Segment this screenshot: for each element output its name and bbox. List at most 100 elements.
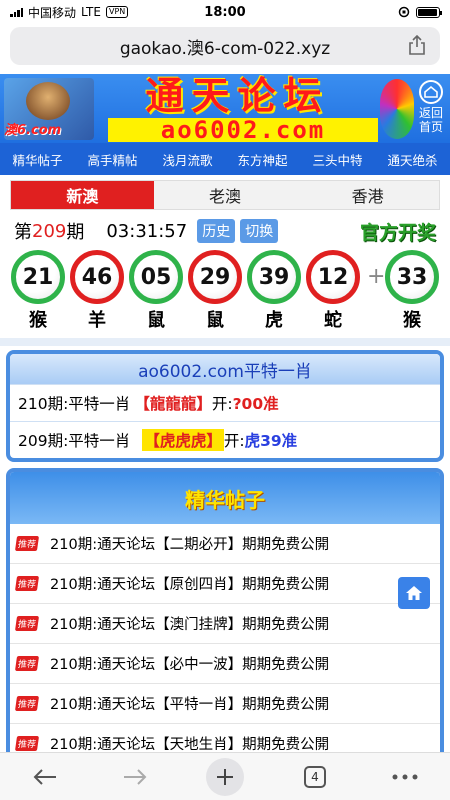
nav-item[interactable]: 东方神起 <box>237 150 287 169</box>
back-home-button[interactable]: 返回首页 <box>416 80 446 134</box>
ball: 46 羊 <box>69 250 125 332</box>
list-item[interactable]: 推荐 210期:通天论坛【原创四肖】期期免费公開 <box>10 564 440 604</box>
pingte-open-label: 开: <box>211 395 233 413</box>
draw-info: 第 209 期 03:31:57 历史 切换 官方开奖 <box>14 216 436 246</box>
ball-number: 12 <box>306 250 360 304</box>
issue-suffix: 期 <box>66 222 85 243</box>
tab-count: 4 <box>304 765 326 788</box>
plus-sign: + <box>367 264 386 289</box>
list-item[interactable]: 推荐 210期:通天论坛【平特一肖】期期免费公開 <box>10 684 440 724</box>
post-title[interactable]: 210期:通天论坛【平特一肖】期期免费公開 <box>50 693 329 714</box>
tab-hongkong[interactable]: 香港 <box>296 181 440 209</box>
plus-icon <box>217 768 233 785</box>
pingte-row-prefix: 210期:平特一肖 <box>18 395 131 413</box>
ball-number: 39 <box>247 250 301 304</box>
region-tabs: 新澳 老澳 香港 <box>10 180 440 210</box>
pinwheel-logo <box>380 79 414 139</box>
list-item[interactable]: 推荐 210期:通天论坛【澳门挂牌】期期免费公開 <box>10 604 440 644</box>
ball-zodiac: 羊 <box>88 310 106 331</box>
home-icon <box>406 586 422 600</box>
pingte-result: ?00准 <box>232 395 279 413</box>
featured-title: 精华帖子 <box>10 472 440 524</box>
site-banner: 澳6.com 通天论坛 ao6002.com 返回首页 <box>0 74 450 143</box>
menu-button[interactable] <box>385 757 425 797</box>
recommend-badge: 推荐 <box>14 576 40 591</box>
nav-item[interactable]: 三头中特 <box>312 150 362 169</box>
official-draw-link[interactable]: 官方开奖 <box>360 218 436 245</box>
pingte-row[interactable]: 210期:平特一肖 【龍龍龍】 开: ?00准 <box>10 384 440 421</box>
pingte-result: 虎39准 <box>244 432 298 450</box>
special-ball: 33 猴 <box>384 250 440 332</box>
recommend-badge: 推荐 <box>14 536 40 551</box>
ball-zodiac: 猴 <box>403 310 421 331</box>
forward-button[interactable] <box>115 757 155 797</box>
home-icon <box>419 80 443 104</box>
nav-item[interactable]: 高手精帖 <box>87 150 137 169</box>
nav-item[interactable]: 浅月流歌 <box>162 150 212 169</box>
pingte-box: ao6002.com平特一肖 210期:平特一肖 【龍龍龍】 开: ?00准 2… <box>6 350 444 462</box>
draw-balls: 21 猴 46 羊 05 鼠 29 鼠 39 虎 12 蛇 + 33 猴 <box>6 250 446 332</box>
post-title[interactable]: 210期:通天论坛【天地生肖】期期免费公開 <box>50 733 329 754</box>
ball-number: 29 <box>188 250 242 304</box>
recommend-badge: 推荐 <box>14 616 40 631</box>
divider <box>0 338 450 346</box>
url-text[interactable]: gaokao.澳6-com-022.xyz <box>120 34 330 59</box>
ball-number: 21 <box>11 250 65 304</box>
ball: 21 猴 <box>10 250 66 332</box>
browser-toolbar: 4 <box>0 752 450 800</box>
back-home-label: 返回首页 <box>418 106 443 134</box>
switch-button[interactable]: 切换 <box>240 219 279 243</box>
tab-xinao[interactable]: 新澳 <box>11 181 154 209</box>
rotation-lock-icon <box>398 6 410 18</box>
countdown: 03:31:57 <box>106 220 188 242</box>
list-item[interactable]: 推荐 210期:通天论坛【二期必开】期期免费公開 <box>10 524 440 564</box>
site-domain: ao6002.com <box>108 118 378 142</box>
ball-number: 33 <box>385 250 439 304</box>
pingte-title: ao6002.com平特一肖 <box>10 354 440 384</box>
ball-zodiac: 鼠 <box>147 310 165 331</box>
ball: 05 鼠 <box>128 250 184 332</box>
recommend-badge: 推荐 <box>14 656 40 671</box>
recommend-badge: 推荐 <box>14 736 40 751</box>
address-bar[interactable]: gaokao.澳6-com-022.xyz <box>10 27 440 65</box>
pingte-pick: 【虎虎虎】 <box>142 429 224 451</box>
ball-number: 05 <box>129 250 183 304</box>
post-title[interactable]: 210期:通天论坛【必中一波】期期免费公開 <box>50 653 329 674</box>
nav-item[interactable]: 通天绝杀 <box>387 150 437 169</box>
site-logo[interactable]: 澳6.com <box>4 78 94 140</box>
status-bar: 中国移动 LTE VPN 18:00 <box>0 0 450 24</box>
share-icon[interactable] <box>408 35 426 55</box>
new-tab-button[interactable] <box>205 757 245 797</box>
battery-icon <box>416 6 442 18</box>
tab-laoao[interactable]: 老澳 <box>153 181 297 209</box>
back-button[interactable] <box>25 757 65 797</box>
history-button[interactable]: 历史 <box>197 219 236 243</box>
logo-domain: 澳6.com <box>4 123 62 138</box>
pingte-open-label: 开: <box>223 432 245 450</box>
post-title[interactable]: 210期:通天论坛【二期必开】期期免费公開 <box>50 533 329 554</box>
post-title[interactable]: 210期:通天论坛【澳门挂牌】期期免费公開 <box>50 613 329 634</box>
clock: 18:00 <box>204 4 246 20</box>
issue-prefix: 第 <box>14 222 32 243</box>
more-icon <box>392 774 418 779</box>
arrow-right-icon <box>124 768 147 785</box>
main-nav: 精华帖子 高手精帖 浅月流歌 东方神起 三头中特 通天绝杀 <box>0 143 450 175</box>
post-title[interactable]: 210期:通天论坛【原创四肖】期期免费公開 <box>50 573 329 594</box>
character-image <box>26 82 70 120</box>
recommend-badge: 推荐 <box>14 696 40 711</box>
tabs-button[interactable]: 4 <box>295 757 335 797</box>
ball-number: 46 <box>70 250 124 304</box>
ball: 12 蛇 <box>305 250 361 332</box>
featured-posts: 精华帖子 推荐 210期:通天论坛【二期必开】期期免费公開 推荐 210期:通天论坛… <box>6 468 444 768</box>
floating-home-button[interactable] <box>398 577 430 609</box>
pingte-row-prefix: 209期:平特一肖 <box>18 432 131 450</box>
ball-zodiac: 蛇 <box>324 310 342 331</box>
nav-item[interactable]: 精华帖子 <box>12 150 62 169</box>
list-item[interactable]: 推荐 210期:通天论坛【必中一波】期期免费公開 <box>10 644 440 684</box>
ball-zodiac: 鼠 <box>206 310 224 331</box>
ball: 29 鼠 <box>187 250 243 332</box>
arrow-left-icon <box>33 768 56 785</box>
ball-zodiac: 虎 <box>265 310 283 331</box>
pingte-row[interactable]: 209期:平特一肖 【虎虎虎】 开: 虎39准 <box>10 421 440 458</box>
site-title: 通天论坛 <box>145 74 330 118</box>
